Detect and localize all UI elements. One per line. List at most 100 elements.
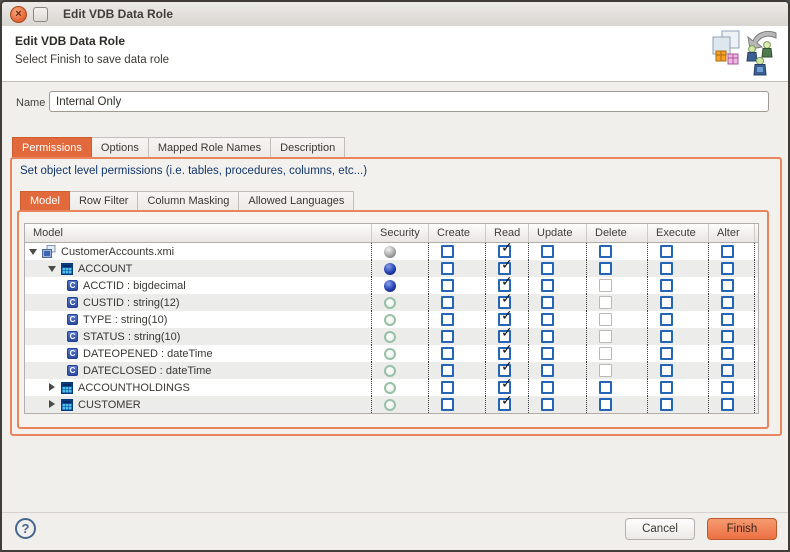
permissions-panel: Set object level permissions (i.e. table… bbox=[10, 157, 782, 436]
checkbox-delete bbox=[599, 279, 612, 292]
checkbox-alter[interactable] bbox=[721, 364, 734, 377]
expand-arrow-icon[interactable] bbox=[48, 383, 57, 392]
model-icon bbox=[42, 245, 56, 258]
blue-sphere-icon[interactable] bbox=[384, 280, 396, 292]
checkbox-create[interactable] bbox=[441, 398, 454, 411]
tab-column-masking[interactable]: Column Masking bbox=[137, 191, 239, 210]
table-row[interactable]: CACCTID : bigdecimal✓ bbox=[25, 277, 758, 294]
checkbox-alter[interactable] bbox=[721, 296, 734, 309]
table-row[interactable]: CTYPE : string(10)✓ bbox=[25, 311, 758, 328]
finish-button[interactable]: Finish bbox=[707, 518, 777, 540]
wizard-banner: Edit VDB Data Role Select Finish to save… bbox=[2, 26, 788, 82]
checkbox-execute[interactable] bbox=[660, 330, 673, 343]
checkbox-update[interactable] bbox=[541, 262, 554, 275]
checkbox-alter[interactable] bbox=[721, 245, 734, 258]
update-cell bbox=[528, 260, 586, 277]
checkbox-delete[interactable] bbox=[599, 245, 612, 258]
ring-icon[interactable] bbox=[384, 382, 396, 394]
model-cell: CDATEOPENED : dateTime bbox=[25, 345, 371, 362]
collapse-arrow-icon[interactable] bbox=[48, 264, 57, 273]
checkbox-alter[interactable] bbox=[721, 330, 734, 343]
table-row[interactable]: ACCOUNT✓ bbox=[25, 260, 758, 277]
security-cell bbox=[371, 328, 428, 345]
blue-sphere-icon[interactable] bbox=[384, 263, 396, 275]
ring-icon[interactable] bbox=[384, 314, 396, 326]
checkbox-create[interactable] bbox=[441, 364, 454, 377]
checkbox-delete bbox=[599, 296, 612, 309]
tab-allowed-languages[interactable]: Allowed Languages bbox=[238, 191, 354, 210]
checkbox-execute[interactable] bbox=[660, 364, 673, 377]
checkbox-create[interactable] bbox=[441, 262, 454, 275]
tab-mapped-role-names[interactable]: Mapped Role Names bbox=[148, 137, 271, 157]
create-cell bbox=[428, 396, 485, 413]
checkbox-execute[interactable] bbox=[660, 296, 673, 309]
ring-icon[interactable] bbox=[384, 365, 396, 377]
execute-cell bbox=[647, 379, 708, 396]
checkbox-alter[interactable] bbox=[721, 347, 734, 360]
tab-row-filter[interactable]: Row Filter bbox=[69, 191, 139, 210]
table-row[interactable]: CUSTOMER✓ bbox=[25, 396, 758, 413]
table-row[interactable]: CustomerAccounts.xmi✓ bbox=[25, 243, 758, 260]
checkbox-alter[interactable] bbox=[721, 398, 734, 411]
checkbox-update[interactable] bbox=[541, 364, 554, 377]
checkbox-create[interactable] bbox=[441, 381, 454, 394]
name-input[interactable] bbox=[49, 91, 769, 112]
checkbox-create[interactable] bbox=[441, 279, 454, 292]
checkbox-execute[interactable] bbox=[660, 347, 673, 360]
checkbox-update[interactable] bbox=[541, 347, 554, 360]
checkbox-create[interactable] bbox=[441, 330, 454, 343]
tab-model[interactable]: Model bbox=[20, 191, 70, 210]
checkbox-create[interactable] bbox=[441, 347, 454, 360]
update-cell bbox=[528, 345, 586, 362]
security-cell bbox=[371, 294, 428, 311]
checkbox-delete[interactable] bbox=[599, 381, 612, 394]
tab-options[interactable]: Options bbox=[91, 137, 149, 157]
tab-permissions[interactable]: Permissions bbox=[12, 137, 92, 157]
ring-icon[interactable] bbox=[384, 348, 396, 360]
checkbox-update[interactable] bbox=[541, 279, 554, 292]
checkbox-update[interactable] bbox=[541, 296, 554, 309]
tab-description[interactable]: Description bbox=[270, 137, 345, 157]
checkbox-execute[interactable] bbox=[660, 381, 673, 394]
security-cell bbox=[371, 277, 428, 294]
checkbox-update[interactable] bbox=[541, 330, 554, 343]
maximize-button[interactable] bbox=[33, 7, 48, 22]
table-row[interactable]: ACCOUNTHOLDINGS✓ bbox=[25, 379, 758, 396]
ring-icon[interactable] bbox=[384, 399, 396, 411]
table-row[interactable]: CDATEOPENED : dateTime✓ bbox=[25, 345, 758, 362]
checkbox-alter[interactable] bbox=[721, 279, 734, 292]
row-label: ACCTID : bigdecimal bbox=[83, 280, 186, 292]
ring-icon[interactable] bbox=[384, 331, 396, 343]
checkbox-execute[interactable] bbox=[660, 279, 673, 292]
checkbox-execute[interactable] bbox=[660, 262, 673, 275]
checkbox-create[interactable] bbox=[441, 245, 454, 258]
table-row[interactable]: CSTATUS : string(10)✓ bbox=[25, 328, 758, 345]
checkbox-delete[interactable] bbox=[599, 262, 612, 275]
checkbox-delete[interactable] bbox=[599, 398, 612, 411]
close-button[interactable]: × bbox=[10, 6, 27, 23]
checkbox-execute[interactable] bbox=[660, 313, 673, 326]
checkbox-create[interactable] bbox=[441, 296, 454, 309]
checkbox-alter[interactable] bbox=[721, 313, 734, 326]
checkbox-delete bbox=[599, 347, 612, 360]
collapse-arrow-icon[interactable] bbox=[29, 247, 38, 256]
checkbox-create[interactable] bbox=[441, 313, 454, 326]
checkbox-execute[interactable] bbox=[660, 245, 673, 258]
checkbox-execute[interactable] bbox=[660, 398, 673, 411]
table-row[interactable]: CDATECLOSED : dateTime✓ bbox=[25, 362, 758, 379]
checkbox-update[interactable] bbox=[541, 381, 554, 394]
ring-icon[interactable] bbox=[384, 297, 396, 309]
help-button[interactable]: ? bbox=[15, 518, 36, 539]
checkbox-alter[interactable] bbox=[721, 381, 734, 394]
checkbox-update[interactable] bbox=[541, 245, 554, 258]
table-row[interactable]: CCUSTID : string(12)✓ bbox=[25, 294, 758, 311]
expand-arrow-icon[interactable] bbox=[48, 400, 57, 409]
cancel-button[interactable]: Cancel bbox=[625, 518, 695, 540]
gray-sphere-icon[interactable] bbox=[384, 246, 396, 258]
checkbox-read[interactable]: ✓ bbox=[498, 398, 511, 411]
permissions-description: Set object level permissions (i.e. table… bbox=[20, 165, 367, 177]
checkbox-update[interactable] bbox=[541, 313, 554, 326]
checkbox-alter[interactable] bbox=[721, 262, 734, 275]
model-cell: ACCOUNTHOLDINGS bbox=[25, 379, 371, 396]
checkbox-update[interactable] bbox=[541, 398, 554, 411]
